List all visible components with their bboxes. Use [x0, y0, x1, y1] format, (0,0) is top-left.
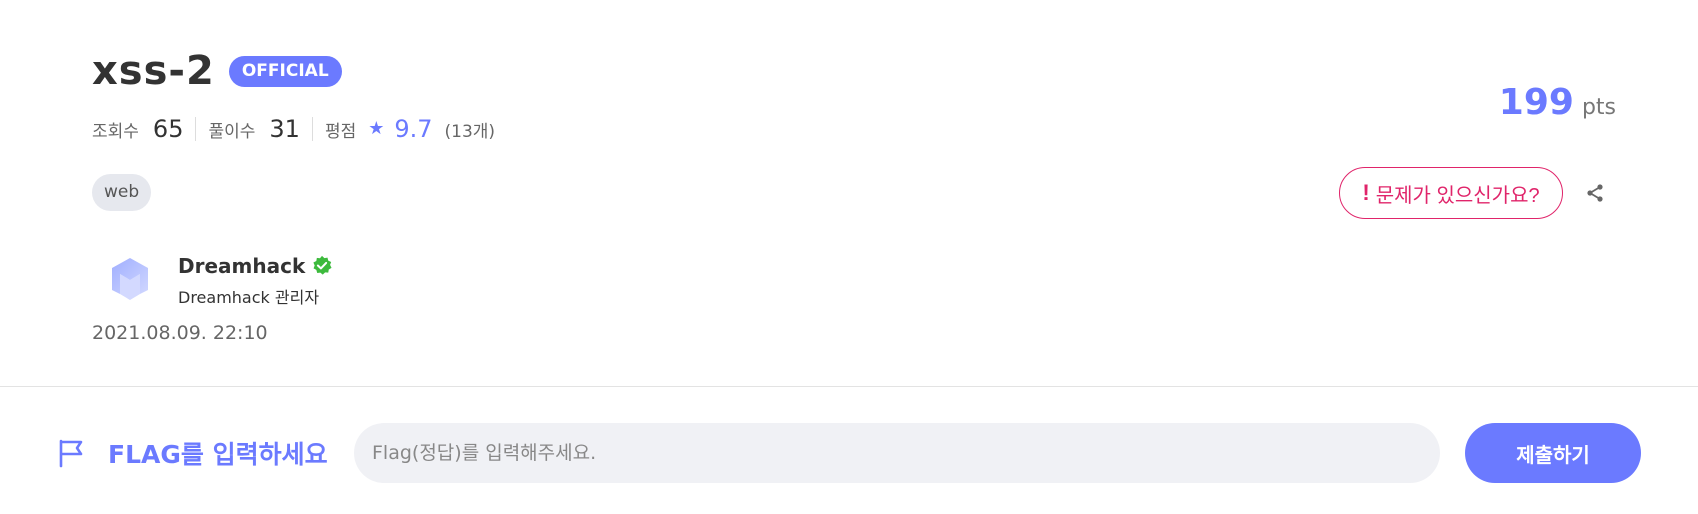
flag-icon [59, 439, 83, 468]
author-card[interactable]: Dreamhack Dreamhack 관리자 [102, 248, 333, 308]
submit-button[interactable]: 제출하기 [1465, 423, 1641, 483]
points-value: 199 [1498, 82, 1574, 123]
verified-badge-icon [313, 255, 332, 275]
rating-count: (13개) [444, 121, 496, 142]
views-value: 65 [152, 115, 184, 143]
tag-web[interactable]: web [92, 174, 152, 211]
report-issue-button[interactable]: ! 문제가 있으신가요? [1339, 167, 1563, 219]
report-issue-label: 문제가 있으신가요? [1375, 184, 1540, 207]
flag-label: FLAG를 입력하세요 [108, 440, 328, 469]
points-display: 199 pts [1499, 82, 1616, 123]
star-icon: ★ [368, 118, 385, 139]
points-unit: pts [1581, 95, 1616, 120]
exclamation-icon: ! [1362, 180, 1370, 205]
title-row: xss-2 OFFICIAL [92, 48, 342, 94]
share-icon[interactable] [1583, 181, 1607, 205]
stat-divider [311, 117, 313, 141]
challenge-page: xss-2 OFFICIAL 조회수 65 풀이수 31 평점 ★ 9.7 (1… [0, 0, 1698, 514]
author-role: Dreamhack 관리자 [178, 288, 320, 307]
solves-value: 31 [269, 115, 300, 143]
solves-stat: 풀이수 31 [208, 115, 299, 143]
author-info: Dreamhack Dreamhack 관리자 [178, 248, 333, 308]
official-badge: OFFICIAL [228, 55, 342, 87]
rating-stat: 평점 ★ 9.7 (13개) [325, 115, 495, 143]
flag-input[interactable] [354, 423, 1440, 483]
flag-submit-bar: FLAG를 입력하세요 제출하기 [0, 387, 1698, 514]
rating-label: 평점 [324, 121, 357, 142]
solves-label: 풀이수 [208, 121, 256, 142]
dreamhack-logo-icon [112, 258, 148, 300]
stat-divider [195, 117, 197, 141]
stats-row: 조회수 65 풀이수 31 평점 ★ 9.7 (13개) [92, 114, 495, 144]
flag-label-group: FLAG를 입력하세요 [56, 435, 328, 471]
author-name-row: Dreamhack [178, 254, 333, 278]
created-date: 2021.08.09. 22:10 [92, 322, 268, 344]
views-stat: 조회수 65 [92, 115, 183, 143]
rating-value: 9.7 [394, 115, 433, 143]
views-label: 조회수 [92, 121, 139, 142]
author-name[interactable]: Dreamhack [178, 254, 305, 278]
challenge-title: xss-2 [92, 48, 215, 94]
